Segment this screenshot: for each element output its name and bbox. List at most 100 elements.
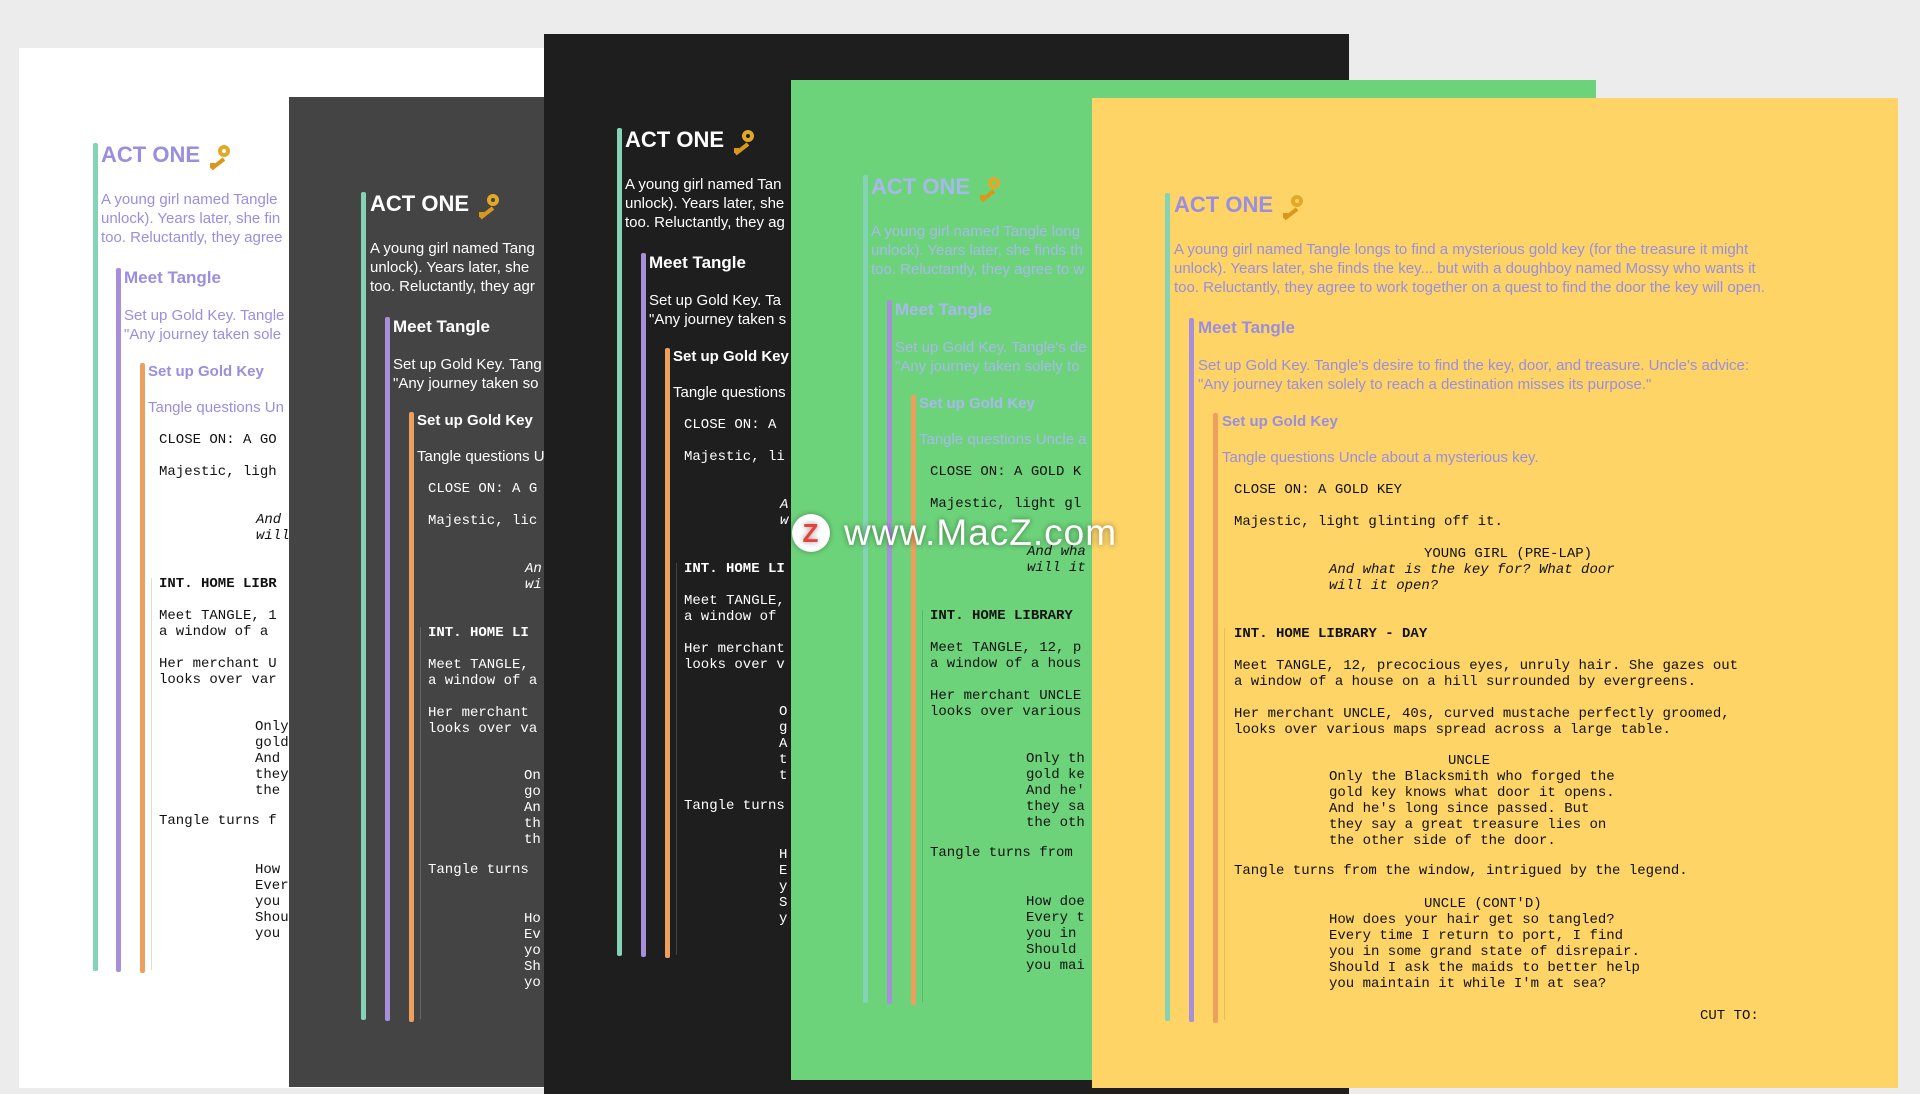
dialogue-line: t	[779, 752, 788, 768]
key-icon	[1279, 195, 1305, 221]
act-summary-line: unlock). Years later, she	[625, 195, 785, 212]
act-summary-line: too. Reluctantly, they ag	[625, 214, 785, 231]
dialogue-line: And what is the key for? What door	[1329, 562, 1615, 578]
act-summary-line: unlock). Years later, she finds the key.…	[1174, 260, 1756, 277]
act-title: ACT ONE	[370, 191, 501, 220]
action-line: Her merchant	[684, 641, 785, 657]
dialogue-line: An	[524, 800, 541, 816]
yellow-theme-sheet: ACT ONE A young girl named Tangle longs …	[1092, 98, 1898, 1088]
slugline: INT. HOME LI	[684, 561, 785, 577]
dialogue-line: gold	[255, 735, 289, 751]
dialogue-line: And	[256, 512, 282, 528]
dialogue-line: On	[524, 768, 541, 784]
dialogue-line: Only th	[1026, 751, 1085, 767]
dialogue-line: will	[256, 528, 290, 544]
act-title: ACT ONE	[625, 127, 756, 156]
majestic-action: Majestic, light glinting off it.	[1234, 514, 1503, 530]
action-line: a window of a hous	[930, 656, 1082, 672]
dialogue-line: Ev	[524, 927, 541, 943]
action-line: Meet TANGLE,	[684, 593, 785, 609]
act-summary-line: unlock). Years later, she fin	[101, 210, 281, 227]
dialogue-line: Should	[1026, 942, 1077, 958]
close-on-action: CLOSE ON: A GO	[159, 432, 277, 448]
action-line: a window of a house on a hill surrounded…	[1234, 674, 1697, 690]
scene-summary: Tangle questions Uncle about a mysteriou…	[1222, 449, 1539, 466]
dialogue-line: you in some grand state of disrepair.	[1329, 944, 1640, 960]
sequence-title: Meet Tangle	[393, 317, 490, 336]
act-summary-line: A young girl named Tangle longs to find …	[1174, 241, 1749, 258]
majestic-action: Majestic, ligh	[159, 464, 277, 480]
watermark: Z www.MacZ.com	[792, 512, 1117, 554]
sequence-title: Meet Tangle	[895, 300, 992, 319]
dialogue-line: you in	[1026, 926, 1077, 942]
dialogue-line: t	[779, 768, 788, 784]
act-summary-line: too. Reluctantly, they agree to work tog…	[1174, 279, 1765, 296]
scene-title: Set up Gold Key	[417, 412, 533, 429]
act-title: ACT ONE	[871, 174, 1002, 203]
key-icon	[475, 194, 501, 220]
slugline: INT. HOME LI	[428, 625, 529, 641]
dialogue-line: Every time I return to port, I find	[1329, 928, 1624, 944]
action-line: Meet TANGLE, 12, p	[930, 640, 1082, 656]
act-summary-line: too. Reluctantly, they agr	[370, 278, 535, 295]
act-bar	[361, 192, 366, 1020]
action-line: looks over various maps spread across a …	[1234, 722, 1671, 738]
sequence-title: Meet Tangle	[649, 253, 746, 272]
dialogue-line: the oth	[1026, 815, 1085, 831]
dialogue-line: Every t	[1026, 910, 1085, 926]
sequence-summary-line: Set up Gold Key. Ta	[649, 292, 782, 309]
sequence-bar	[887, 300, 892, 1004]
scene-title: Set up Gold Key	[919, 395, 1035, 412]
dialogue-line: will it open?	[1329, 578, 1439, 594]
key-icon	[976, 177, 1002, 203]
watermark-logo-icon: Z	[792, 514, 830, 552]
dialogue-line: th	[524, 816, 541, 832]
dialogue-line: Ever	[255, 878, 289, 894]
dialogue-line: the other side of the door.	[1329, 833, 1556, 849]
slugline: INT. HOME LIBRARY - DAY	[1234, 626, 1428, 642]
dialogue-line: And he's long since passed. But	[1329, 801, 1590, 817]
dialogue-line: Shou	[255, 910, 289, 926]
act-summary-line: unlock). Years later, she	[370, 259, 530, 276]
dialogue-line: How	[255, 862, 281, 878]
scene-border	[1224, 628, 1225, 1020]
scene-title: Set up Gold Key	[1222, 413, 1338, 430]
scene-title: Set up Gold Key	[673, 348, 789, 365]
sequence-summary-line: "Any journey taken solely to	[895, 358, 1080, 375]
dialogue-line: A	[779, 736, 788, 752]
close-on-action: CLOSE ON: A GOLD KEY	[1234, 482, 1403, 498]
character-cue: YOUNG GIRL (PRE-LAP)	[1424, 546, 1593, 562]
action-line: Meet TANGLE, 1	[159, 608, 277, 624]
action-line: Her merchant U	[159, 656, 277, 672]
action-line: looks over va	[428, 721, 538, 737]
dialogue-line: th	[524, 832, 541, 848]
action-line: Tangle turns	[428, 862, 529, 878]
dialogue-line: E	[779, 863, 788, 879]
scene-border	[922, 610, 923, 1002]
scene-border	[420, 627, 421, 1019]
dialogue-line: y	[779, 879, 788, 895]
transition: CUT TO:	[1700, 1008, 1759, 1024]
scene-summary: Tangle questions Uncle a	[919, 431, 1087, 448]
act-title: ACT ONE	[101, 142, 232, 171]
dialogue-line: And he'	[1026, 783, 1085, 799]
sequence-summary-line: "Any journey taken solely to reach a des…	[1198, 376, 1652, 393]
act-bar	[863, 175, 868, 1003]
action-line: looks over various	[930, 704, 1082, 720]
dialogue-line: they sa	[1026, 799, 1085, 815]
dialogue-line: yo	[524, 975, 541, 991]
close-on-action: CLOSE ON: A GOLD K	[930, 464, 1082, 480]
scene-bar	[409, 412, 414, 1022]
act-summary-line: unlock). Years later, she finds th	[871, 242, 1083, 259]
dialogue-line: And	[255, 751, 281, 767]
action-line: a window of a	[159, 624, 269, 640]
dialogue-line: How does your hair get so tangled?	[1329, 912, 1615, 928]
sequence-summary-line: "Any journey taken sole	[124, 326, 282, 343]
scene-summary: Tangle questions	[673, 384, 786, 401]
slugline: INT. HOME LIBRARY	[930, 608, 1073, 624]
sequence-title: Meet Tangle	[1198, 318, 1295, 337]
action-line: a window of	[684, 609, 777, 625]
dialogue-line: S	[779, 895, 788, 911]
dialogue-line: gold key knows what door it opens.	[1329, 785, 1615, 801]
dialogue-line: w	[780, 513, 789, 529]
